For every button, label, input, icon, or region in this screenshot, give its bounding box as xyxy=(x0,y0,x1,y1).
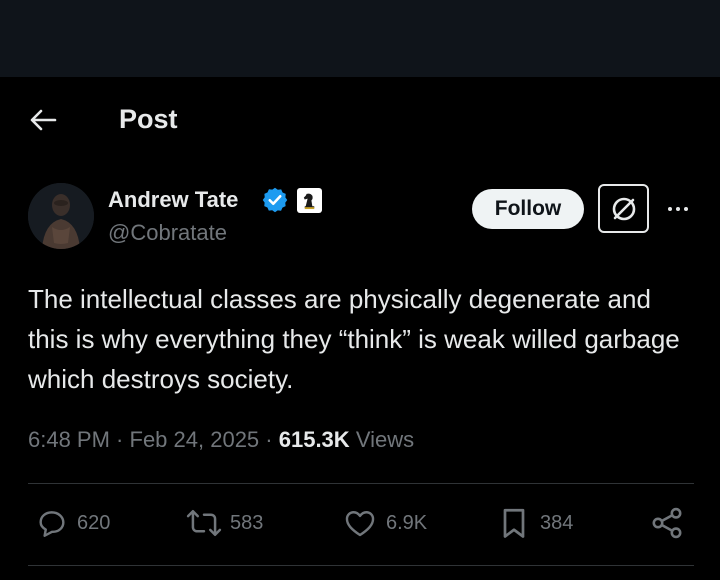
heart-icon xyxy=(345,511,375,537)
tweet-meta: 6:48 PM · Feb 24, 2025 · 615.3K Views xyxy=(28,425,414,455)
tweet-time[interactable]: 6:48 PM xyxy=(28,427,110,452)
tweet-text: The intellectual classes are physically … xyxy=(28,284,680,394)
repost-icon xyxy=(186,509,222,537)
top-strip xyxy=(0,0,720,77)
follow-button[interactable]: Follow xyxy=(472,189,584,229)
like-button[interactable]: 6.9K xyxy=(342,500,427,546)
views-label: Views xyxy=(355,427,415,452)
reply-button[interactable]: 620 xyxy=(35,500,110,546)
more-dots-icon[interactable] xyxy=(662,198,694,220)
engagement-bar: 620 583 6.9K 384 xyxy=(28,500,694,546)
reply-count: 620 xyxy=(77,511,111,534)
arrow-left-icon xyxy=(30,109,57,131)
meta-separator: · xyxy=(259,427,279,452)
post-header xyxy=(0,77,720,162)
meta-separator: · xyxy=(109,427,130,452)
bookmark-count: 384 xyxy=(540,511,574,534)
bookmark-button[interactable]: 384 xyxy=(496,500,573,546)
reply-icon xyxy=(39,511,65,537)
bookmark-icon xyxy=(503,508,525,538)
like-count: 6.9K xyxy=(386,511,428,534)
views-count: 615.3K xyxy=(278,427,350,452)
author-handle[interactable]: @Cobratate xyxy=(108,219,227,247)
grok-icon xyxy=(612,197,635,220)
grok-button[interactable] xyxy=(598,184,649,233)
tweet-date[interactable]: Feb 24, 2025 xyxy=(130,427,260,452)
divider xyxy=(28,483,694,484)
avatar-image xyxy=(28,183,94,249)
repost-count: 583 xyxy=(230,511,264,534)
page-title: Post xyxy=(119,104,178,134)
verified-badge-icon[interactable] xyxy=(261,186,289,214)
repost-button[interactable]: 583 xyxy=(186,500,263,546)
chess-knight-icon[interactable] xyxy=(297,188,322,213)
back-button[interactable] xyxy=(26,103,60,137)
divider xyxy=(28,565,694,566)
avatar[interactable] xyxy=(28,183,94,249)
author-name[interactable]: Andrew Tate xyxy=(108,186,238,214)
share-button[interactable] xyxy=(649,500,685,546)
share-icon xyxy=(652,507,682,539)
